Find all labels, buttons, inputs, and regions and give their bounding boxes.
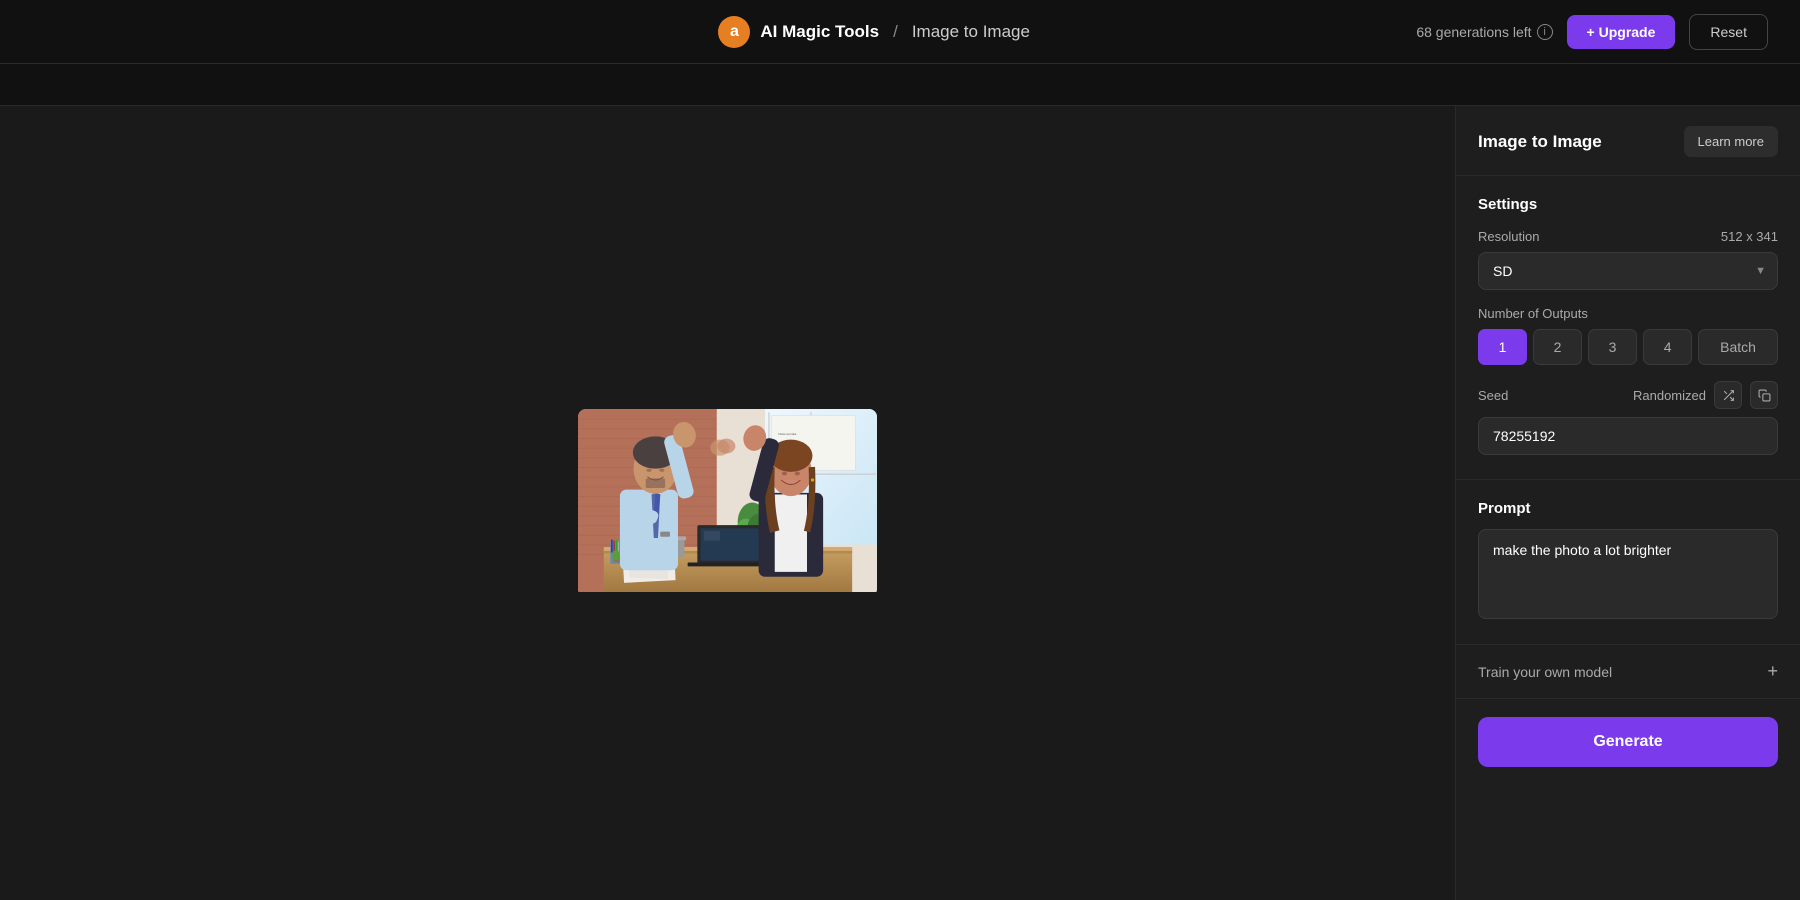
prompt-section: Prompt bbox=[1456, 480, 1800, 645]
generations-left: 68 generations left i bbox=[1416, 24, 1552, 40]
outputs-label-row: Number of Outputs bbox=[1478, 306, 1778, 321]
page-name: Image to Image bbox=[912, 22, 1030, 42]
breadcrumb-separator: / bbox=[893, 22, 898, 42]
seed-label-row: Seed Randomized bbox=[1478, 381, 1778, 409]
resolution-select-wrapper[interactable]: SD HD 4K bbox=[1478, 252, 1778, 290]
topbar-right: 68 generations left i + Upgrade Reset bbox=[1416, 14, 1768, 50]
train-model-label: Train your own model bbox=[1478, 664, 1612, 680]
output-batch-button[interactable]: Batch bbox=[1698, 329, 1778, 365]
sidebar-title: Image to Image bbox=[1478, 132, 1602, 152]
canvas-area: Charts and data bbox=[0, 106, 1455, 900]
output-2-button[interactable]: 2 bbox=[1533, 329, 1582, 365]
resolution-label: Resolution bbox=[1478, 229, 1539, 244]
train-model-plus-icon[interactable]: + bbox=[1767, 661, 1778, 682]
topbar-center: a AI Magic Tools / Image to Image bbox=[718, 16, 1030, 48]
train-model-row[interactable]: Train your own model + bbox=[1456, 645, 1800, 699]
settings-section: Settings Resolution 512 x 341 SD HD 4K bbox=[1456, 176, 1800, 480]
seed-shuffle-button[interactable] bbox=[1714, 381, 1742, 409]
subtopbar bbox=[0, 64, 1800, 106]
brand-name: AI Magic Tools bbox=[760, 22, 879, 42]
seed-input[interactable] bbox=[1478, 417, 1778, 455]
outputs-buttons: 1 2 3 4 Batch bbox=[1478, 329, 1778, 365]
output-3-button[interactable]: 3 bbox=[1588, 329, 1637, 365]
resolution-select[interactable]: SD HD 4K bbox=[1478, 252, 1778, 290]
resolution-value: 512 x 341 bbox=[1721, 229, 1778, 244]
learn-more-button[interactable]: Learn more bbox=[1684, 126, 1778, 157]
main-content: Charts and data bbox=[0, 106, 1800, 900]
seed-actions: Randomized bbox=[1633, 381, 1778, 409]
upgrade-button[interactable]: + Upgrade bbox=[1567, 15, 1676, 49]
prompt-label: Prompt bbox=[1478, 500, 1778, 517]
seed-randomized-label: Randomized bbox=[1633, 388, 1706, 403]
generate-section: Generate bbox=[1456, 699, 1800, 785]
scene-image: Charts and data bbox=[578, 409, 878, 593]
outputs-row: Number of Outputs 1 2 3 4 Batch bbox=[1478, 306, 1778, 365]
outputs-label: Number of Outputs bbox=[1478, 306, 1588, 321]
output-4-button[interactable]: 4 bbox=[1643, 329, 1692, 365]
settings-title: Settings bbox=[1478, 196, 1778, 213]
seed-label: Seed bbox=[1478, 388, 1508, 403]
app-icon: a bbox=[718, 16, 750, 48]
generate-button[interactable]: Generate bbox=[1478, 717, 1778, 767]
image-container: Charts and data bbox=[578, 409, 878, 598]
prompt-textarea[interactable] bbox=[1478, 529, 1778, 619]
right-sidebar: Image to Image Learn more Settings Resol… bbox=[1455, 106, 1800, 900]
seed-row: Seed Randomized bbox=[1478, 381, 1778, 455]
output-1-button[interactable]: 1 bbox=[1478, 329, 1527, 365]
resolution-row: Resolution 512 x 341 SD HD 4K bbox=[1478, 229, 1778, 290]
topbar: a AI Magic Tools / Image to Image 68 gen… bbox=[0, 0, 1800, 64]
seed-copy-button[interactable] bbox=[1750, 381, 1778, 409]
sidebar-header: Image to Image Learn more bbox=[1456, 106, 1800, 176]
info-icon[interactable]: i bbox=[1537, 24, 1553, 40]
resolution-label-row: Resolution 512 x 341 bbox=[1478, 229, 1778, 244]
reset-button[interactable]: Reset bbox=[1689, 14, 1768, 50]
